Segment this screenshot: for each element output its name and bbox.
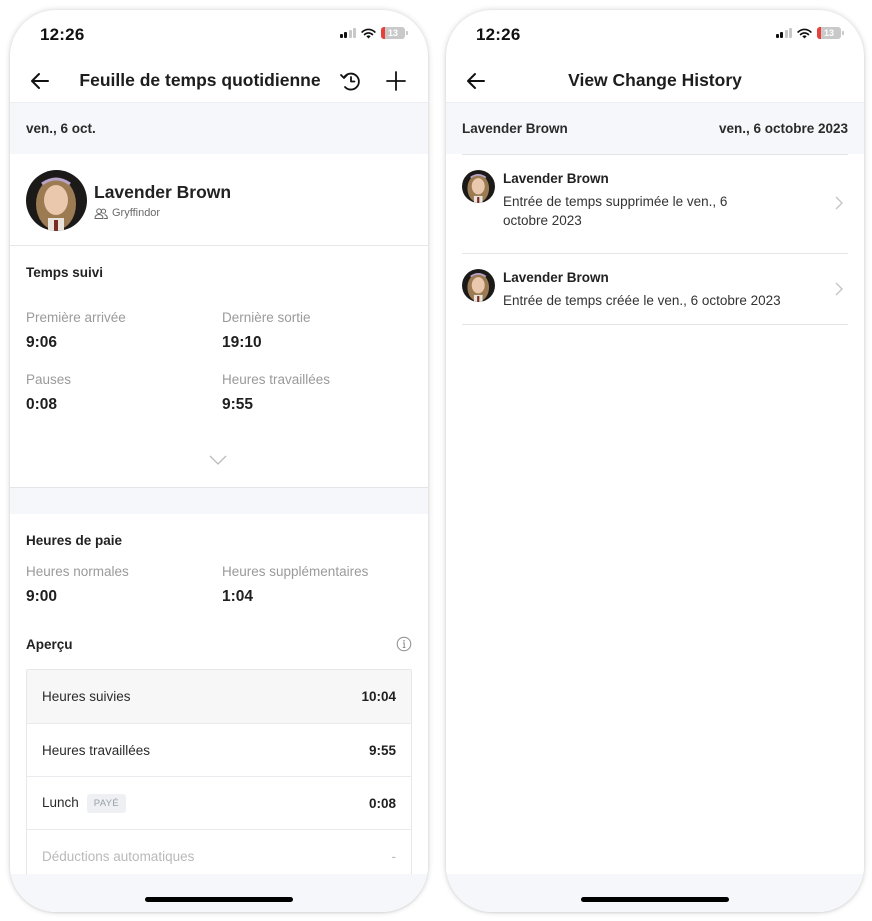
stat-label: Heures supplémentaires (222, 564, 369, 579)
stat-label: Pauses (26, 372, 72, 387)
home-area (446, 874, 864, 912)
home-indicator[interactable] (145, 897, 293, 902)
chevron-down-icon[interactable] (208, 454, 228, 466)
history-employee-name: Lavender Brown (462, 121, 568, 136)
home-indicator[interactable] (581, 897, 729, 902)
battery-icon: 13 (817, 27, 841, 39)
row-label-wrap: Lunch PAYÉ (42, 793, 126, 813)
history-item-description: Entrée de temps créée le ven., 6 octobre… (503, 293, 781, 308)
team-name: Gryffindor (112, 207, 161, 219)
battery-icon: 13 (381, 27, 405, 39)
row-value: 9:55 (368, 742, 396, 758)
avatar (462, 170, 495, 203)
stat-breaks: Pauses 0:08 (26, 372, 71, 414)
stat-value: 9:06 (26, 334, 58, 351)
history-date: ven., 6 octobre 2023 (718, 121, 848, 136)
row-value: 0:08 (368, 795, 396, 811)
plus-icon[interactable] (384, 69, 408, 93)
employee-team: Gryffindor (94, 207, 160, 219)
stat-value: 9:00 (26, 588, 58, 605)
table-row-tracked-hours: Heures suivies 10:04 (27, 670, 411, 723)
avatar (26, 170, 87, 231)
nav-bar: View Change History (446, 60, 864, 102)
row-label: Lunch (42, 794, 79, 810)
section-title-pay: Heures de paie (26, 533, 123, 548)
avatar (462, 269, 495, 302)
date-label: ven., 6 oct. (10, 102, 428, 154)
stat-overtime-hours: Heures supplémentaires 1:04 (222, 564, 368, 606)
paid-badge: PAYÉ (86, 793, 126, 813)
battery-nub (842, 31, 844, 35)
signal-icon (339, 28, 356, 38)
history-body: Lavender Brown ven., 6 octobre 2023 Lave… (446, 102, 864, 912)
history-item-description: Entrée de temps supprimée le ven., 6 oct… (503, 194, 728, 228)
overview-table: Heures suivies 10:04 Heures travaillées … (26, 669, 412, 883)
timesheet-body: ven., 6 oct. Lavender Brown Gryffindor T… (10, 102, 428, 912)
nav-bar: Feuille de temps quotidienne (10, 60, 428, 102)
list-item[interactable]: Lavender Brown Entrée de temps supprimée… (462, 155, 848, 254)
table-row-lunch: Lunch PAYÉ 0:08 (27, 776, 411, 829)
list-item[interactable]: Lavender Brown Entrée de temps créée le … (462, 254, 848, 325)
battery-level: 13 (387, 28, 398, 38)
row-value: - (391, 848, 397, 864)
status-time: 12:26 (40, 25, 85, 44)
history-list-inner: Lavender Brown Entrée de temps supprimée… (462, 154, 848, 325)
employee-profile: Lavender Brown Gryffindor (10, 154, 428, 246)
stat-regular-hours: Heures normales 9:00 (26, 564, 129, 606)
stat-value: 19:10 (222, 334, 262, 351)
history-list: Lavender Brown Entrée de temps supprimée… (446, 154, 864, 874)
history-header: Lavender Brown ven., 6 octobre 2023 (446, 102, 864, 154)
users-icon (94, 207, 108, 219)
section-title-tracked: Temps suivi (26, 265, 104, 280)
status-icons: 13 (339, 27, 408, 39)
row-label: Heures suivies (42, 689, 131, 704)
section-title-overview: Aperçu (26, 637, 73, 652)
stat-first-arrival: Première arrivée 9:06 (26, 310, 126, 352)
row-label: Déductions automatiques (42, 848, 195, 864)
status-bar: 12:26 13 (10, 10, 428, 60)
stat-label: Heures travaillées (222, 372, 331, 387)
battery-nub (406, 31, 408, 35)
stat-value: 0:08 (26, 396, 58, 413)
employee-name: Lavender Brown (94, 182, 232, 202)
stat-label: Dernière sortie (222, 310, 311, 325)
arrow-left-icon[interactable] (28, 69, 52, 93)
stat-last-exit: Dernière sortie 19:10 (222, 310, 311, 352)
stat-hours-worked: Heures travaillées 9:55 (222, 372, 330, 414)
stat-label: Heures normales (26, 564, 129, 579)
chevron-right-icon (835, 282, 843, 296)
stat-label: Première arrivée (26, 310, 126, 325)
wifi-icon (797, 28, 812, 38)
status-bar: 12:26 13 (446, 10, 864, 60)
chevron-right-icon (835, 196, 843, 210)
status-time: 12:26 (476, 25, 521, 44)
status-icons: 13 (775, 27, 844, 39)
wifi-icon (361, 28, 376, 38)
home-area (10, 874, 428, 912)
stat-value: 1:04 (222, 588, 254, 605)
stat-value: 9:55 (222, 396, 254, 413)
battery-level: 13 (823, 28, 834, 38)
row-value: 10:04 (361, 689, 396, 704)
info-icon[interactable] (396, 636, 412, 652)
history-item-name: Lavender Brown (503, 270, 609, 285)
change-history-screen: 12:26 13 View Change History Lavender Br… (446, 10, 864, 912)
table-row-hours-worked: Heures travaillées 9:55 (27, 723, 411, 776)
pay-hours-section: Heures de paie Heures normales 9:00 Heur… (10, 514, 428, 883)
history-item-name: Lavender Brown (503, 171, 609, 186)
row-label: Heures travaillées (42, 742, 151, 758)
page-title: View Change History (568, 70, 742, 90)
signal-icon (775, 28, 792, 38)
tracked-time-section: Temps suivi Première arrivée 9:06 Derniè… (10, 246, 428, 488)
history-icon[interactable] (338, 68, 364, 94)
timesheet-screen: 12:26 13 Feuille de temps quotidienne ve… (10, 10, 428, 912)
page-title: Feuille de temps quotidienne (79, 70, 321, 90)
